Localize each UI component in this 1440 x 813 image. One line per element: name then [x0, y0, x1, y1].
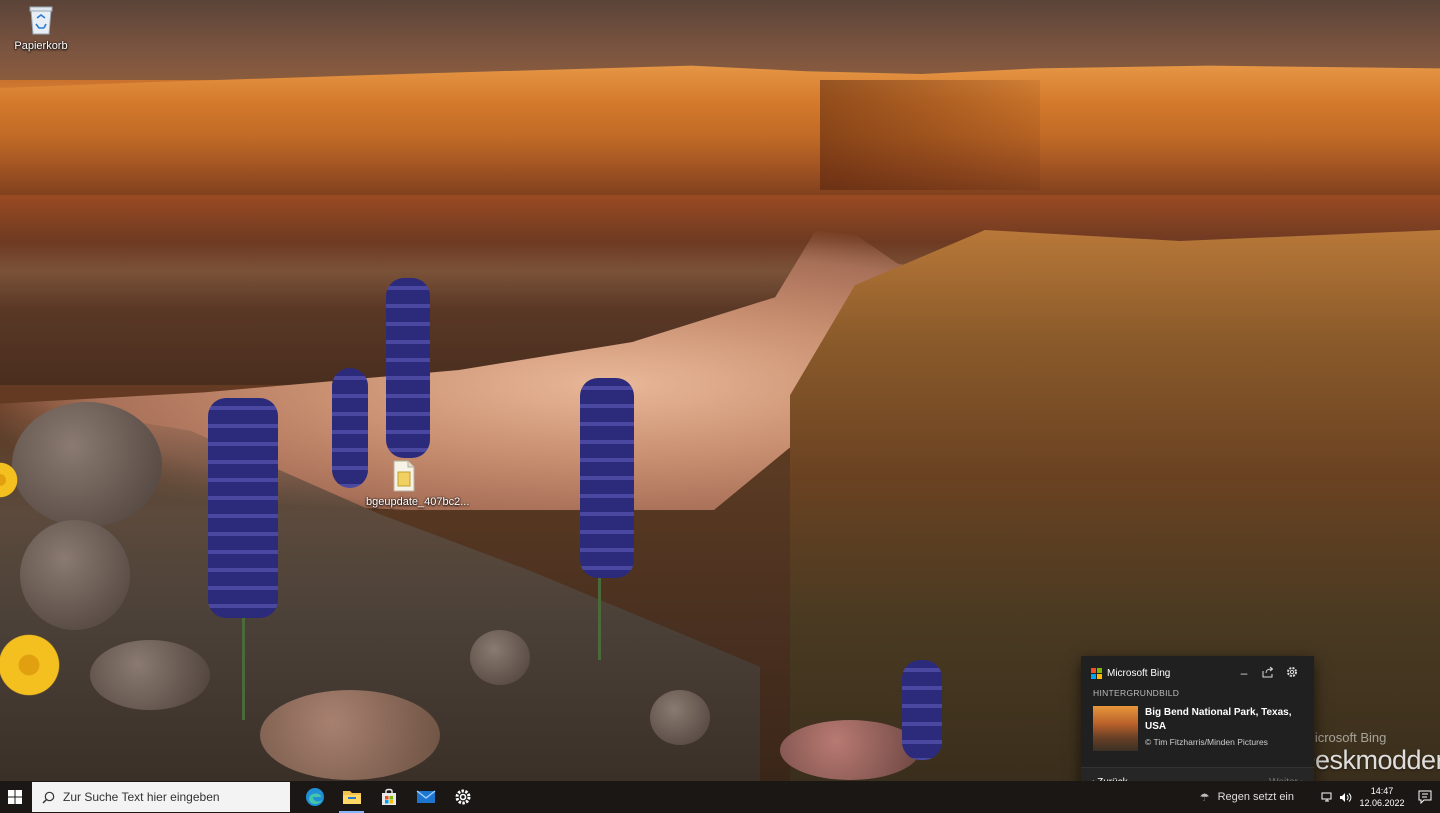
settings-button[interactable] — [1280, 666, 1304, 681]
share-icon — [1262, 666, 1274, 678]
taskbar-app-settings[interactable] — [444, 781, 481, 813]
taskbar: Zur Suche Text hier eingeben ☂ Regen set… — [0, 781, 1440, 813]
wallpaper-rock — [260, 690, 440, 780]
file-explorer-icon — [342, 788, 362, 806]
taskbar-app-edge[interactable] — [296, 781, 333, 813]
wallpaper-lupine — [332, 368, 368, 488]
wallpaper-location[interactable]: Big Bend National Park, Texas, USA — [1145, 706, 1302, 734]
wallpaper-credit: © Tim Fitzharris/Minden Pictures — [1145, 737, 1302, 747]
clock-time: 14:47 — [1354, 785, 1410, 797]
wallpaper-lupine — [208, 398, 278, 618]
flyout-title: Microsoft Bing — [1107, 668, 1232, 679]
start-button[interactable] — [0, 781, 30, 813]
desktop-icon-label: Papierkorb — [3, 40, 79, 52]
site-watermark: Deskmodder.de — [1296, 745, 1440, 776]
file-icon — [388, 460, 420, 492]
share-button[interactable] — [1256, 666, 1280, 681]
wallpaper-thumbnail[interactable] — [1093, 706, 1138, 751]
wallpaper-cliff-shadow — [820, 80, 1040, 190]
mail-icon — [416, 789, 436, 805]
search-icon — [42, 791, 55, 804]
weather-icon[interactable]: ☂ — [1192, 781, 1218, 813]
taskbar-app-mail[interactable] — [407, 781, 444, 813]
taskbar-search-box[interactable]: Zur Suche Text hier eingeben — [32, 782, 290, 812]
bing-watermark: Microsoft Bing — [1304, 730, 1386, 745]
edge-icon — [305, 787, 325, 807]
notification-center-button[interactable] — [1410, 781, 1440, 813]
network-icon[interactable] — [1318, 781, 1336, 813]
taskbar-app-store[interactable] — [370, 781, 407, 813]
notification-icon — [1418, 790, 1433, 804]
flyout-header: Microsoft Bing – — [1081, 656, 1314, 690]
search-placeholder: Zur Suche Text hier eingeben — [63, 790, 220, 804]
wallpaper-rock — [780, 720, 920, 780]
flyout-section-label: HINTERGRUNDBILD — [1081, 688, 1314, 698]
wallpaper-lupine — [902, 660, 942, 760]
microsoft-store-icon — [379, 787, 399, 807]
wallpaper-cliffs — [0, 60, 1440, 200]
volume-icon[interactable] — [1336, 781, 1354, 813]
taskbar-app-file-explorer[interactable] — [333, 781, 370, 813]
taskbar-clock[interactable]: 14:47 12.06.2022 — [1354, 785, 1410, 809]
recycle-bin-icon — [25, 4, 57, 36]
windows-logo-icon — [8, 790, 22, 804]
wallpaper-info-card[interactable]: Big Bend National Park, Texas, USA © Tim… — [1081, 698, 1314, 751]
bing-wallpaper-flyout: Microsoft Bing – HINTERGRUNDBILD Big Ben… — [1081, 656, 1314, 797]
wallpaper-lupine — [580, 378, 634, 578]
desktop-icon-label: bgeupdate_407bc2... — [366, 496, 442, 508]
clock-date: 12.06.2022 — [1354, 797, 1410, 809]
wallpaper-lupine — [386, 278, 430, 458]
desktop-icon-recycle-bin[interactable]: Papierkorb — [3, 4, 79, 52]
wallpaper-rock — [12, 402, 162, 527]
wallpaper-rock — [90, 640, 210, 710]
desktop-icon-update-file[interactable]: bgeupdate_407bc2... — [366, 460, 442, 508]
settings-icon — [454, 788, 472, 806]
wallpaper-rock — [470, 630, 530, 685]
weather-status[interactable]: Regen setzt ein — [1218, 791, 1294, 803]
minimize-button[interactable]: – — [1232, 666, 1256, 680]
wallpaper-rock — [650, 690, 710, 745]
gear-icon — [1286, 666, 1298, 678]
wallpaper-rock — [20, 520, 130, 630]
system-tray: ☂ Regen setzt ein 14:47 12.06.2022 — [1192, 781, 1440, 813]
microsoft-logo-icon — [1091, 668, 1102, 679]
